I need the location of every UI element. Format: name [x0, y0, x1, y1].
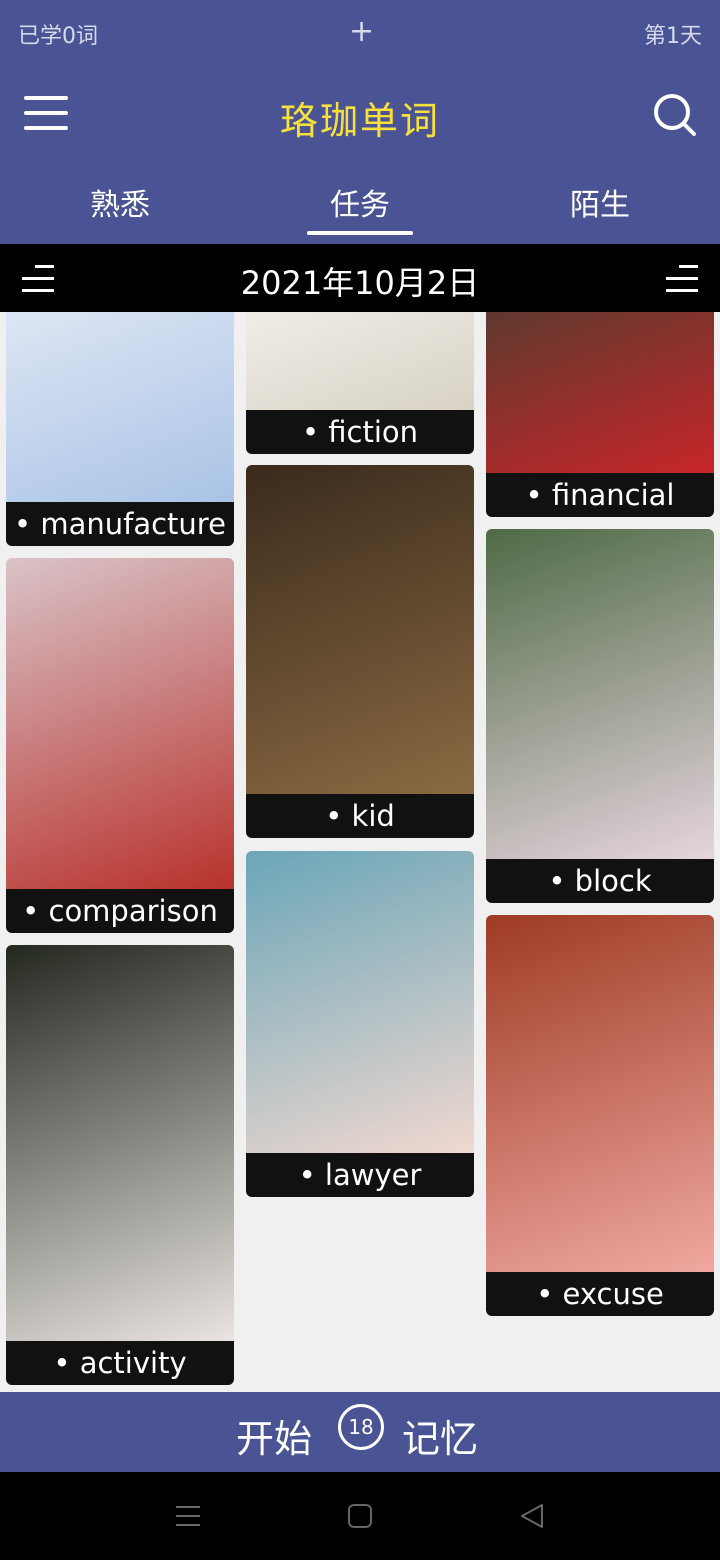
card-photo — [246, 851, 474, 1153]
card-photo — [6, 558, 234, 889]
card-word: • manufacture — [6, 502, 234, 546]
memory-label: 记忆 — [402, 1417, 479, 1461]
current-date: 2021年10月2日 — [240, 264, 480, 302]
word-card[interactable]: • lawyer — [246, 851, 474, 1197]
word-card[interactable]: • block — [486, 529, 714, 903]
start-label: 开始 — [236, 1417, 313, 1461]
card-photo — [246, 312, 474, 410]
word-card-grid: • manufacture • fiction • financial • co… — [0, 312, 720, 1392]
recent-apps-icon[interactable] — [172, 1500, 204, 1532]
word-card[interactable]: • fiction — [246, 312, 474, 454]
tab-task[interactable]: 任务 — [280, 180, 440, 224]
app-title: 珞珈单词 — [279, 99, 440, 143]
card-word: • comparison — [6, 889, 234, 933]
card-word: • excuse — [486, 1272, 714, 1316]
card-word: • lawyer — [246, 1153, 474, 1197]
word-card[interactable]: • financial — [486, 312, 714, 517]
word-card[interactable]: • comparison — [6, 558, 234, 933]
tab-unfamiliar[interactable]: 陌生 — [520, 180, 680, 224]
card-word: • block — [486, 859, 714, 903]
word-card[interactable]: • excuse — [486, 915, 714, 1316]
card-photo — [486, 529, 714, 859]
home-icon[interactable] — [344, 1500, 376, 1532]
learned-count: 已学0词 — [18, 24, 98, 49]
card-word: • activity — [6, 1341, 234, 1385]
back-icon[interactable] — [516, 1500, 548, 1532]
system-nav-bar — [0, 1472, 720, 1560]
date-bar: 2021年10月2日 — [0, 244, 720, 312]
card-word: • financial — [486, 473, 714, 517]
card-photo — [6, 312, 234, 502]
start-memory-button[interactable]: 开始 18 记忆 — [0, 1392, 720, 1472]
word-card[interactable]: • activity — [6, 945, 234, 1385]
day-counter: 第1天 — [644, 24, 702, 49]
card-word: • fiction — [246, 410, 474, 454]
tab-familiar[interactable]: 熟悉 — [40, 180, 200, 224]
word-card[interactable]: • manufacture — [6, 312, 234, 546]
list-right-icon[interactable] — [666, 265, 698, 293]
card-photo — [486, 312, 714, 473]
card-photo — [486, 915, 714, 1272]
search-icon[interactable] — [652, 92, 698, 138]
active-tab-indicator — [307, 231, 413, 235]
top-app-bar: 已学0词 + 第1天 珞珈单词 熟悉 任务 陌生 — [0, 0, 720, 244]
card-photo — [246, 465, 474, 794]
add-icon[interactable]: + — [349, 14, 374, 49]
card-photo — [6, 945, 234, 1341]
card-word: • kid — [246, 794, 474, 838]
word-count-badge: 18 — [338, 1404, 384, 1450]
word-card[interactable]: • kid — [246, 465, 474, 838]
